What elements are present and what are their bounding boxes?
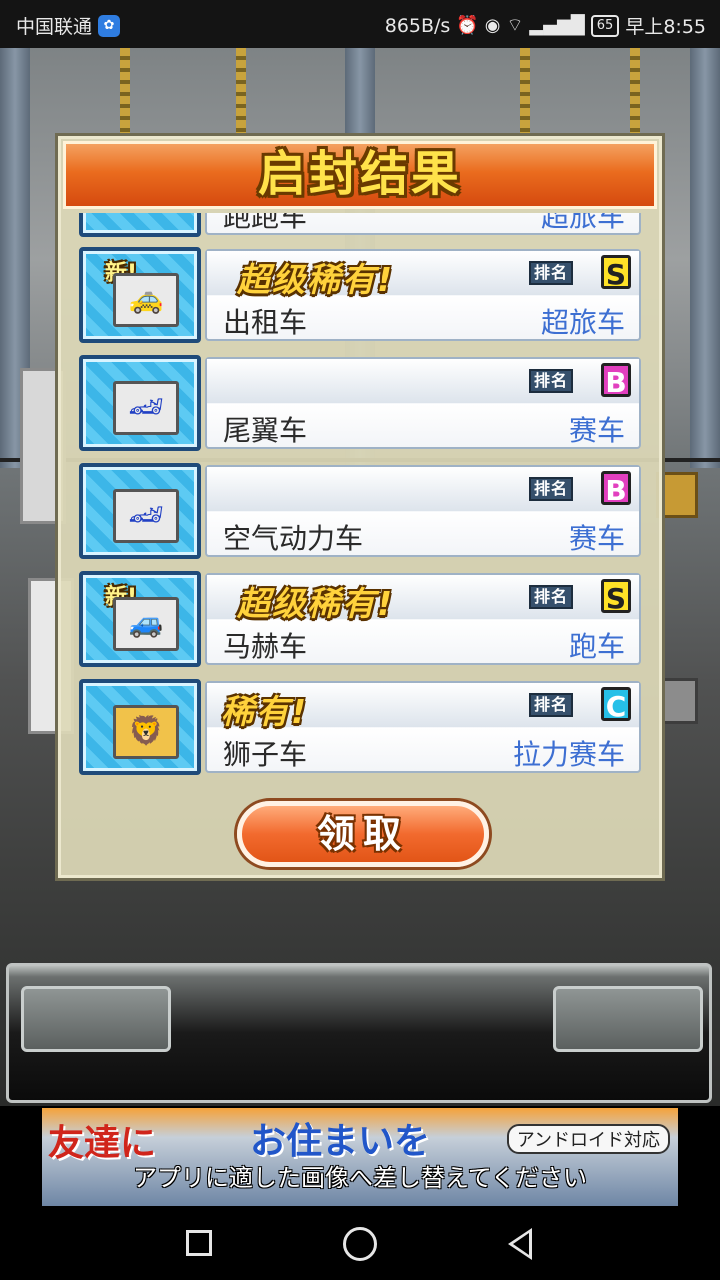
hanging-chain: [236, 48, 246, 138]
item-info: 跑跑车 超旅车: [205, 213, 641, 235]
list-item: 跑跑车 超旅车: [77, 213, 645, 239]
status-bar: 中国联通 ✿ 865B/s ⏰ ◉ ⌔ ▂▄▆█ 65 早上8:55: [0, 0, 720, 48]
bottom-console: [6, 963, 712, 1103]
rank-label: 排名: [529, 693, 574, 717]
rarity-label: 超级稀有!: [237, 584, 395, 623]
item-thumbnail: 🏎: [79, 463, 201, 559]
crate: [656, 472, 698, 518]
eye-icon: ◉: [484, 15, 501, 36]
grade-badge: B: [601, 363, 631, 399]
item-thumbnail: 新! 🚕: [79, 247, 201, 343]
4g-signal-icon: ▂▄▆█: [529, 15, 585, 36]
rank-label: 排名: [529, 585, 574, 609]
sports-car-icon: 🚙: [113, 597, 179, 651]
item-category: 赛车: [568, 522, 625, 555]
item-name: 跑跑车: [223, 213, 308, 233]
ad-headline-right: お住まいを: [250, 1121, 431, 1162]
back-icon[interactable]: [508, 1228, 532, 1260]
list-item: 🦁 稀有! 排名 C 狮子车 拉力赛车: [77, 677, 645, 777]
item-category: 拉力赛车: [512, 738, 625, 771]
crate: [660, 678, 698, 724]
item-thumbnail: 🏎: [79, 355, 201, 451]
rarity-label: 超级稀有!: [237, 260, 395, 299]
item-thumbnail: [79, 213, 201, 237]
item-name: 马赫车: [223, 630, 308, 663]
network-speed: 865B/s: [384, 14, 451, 37]
ad-banner[interactable]: 友達に お住まいを アンドロイド対応 アプリに適した画像へ差し替えてください: [42, 1108, 678, 1206]
item-category: 超旅车: [540, 306, 625, 339]
item-category: 跑车: [568, 630, 625, 663]
status-right: 865B/s ⏰ ◉ ⌔ ▂▄▆█ 65 早上8:55: [385, 12, 706, 39]
console-left-button[interactable]: [21, 986, 171, 1052]
dialog-title: 启封结果: [257, 146, 462, 202]
console-right-button[interactable]: [553, 986, 703, 1052]
hanging-chain: [120, 48, 130, 138]
claim-button[interactable]: 领取: [237, 801, 489, 867]
wifi-icon: ⌔: [506, 15, 524, 36]
unseal-result-dialog: 启封结果 跑跑车 超旅车 新! 🚕 超级稀有! 排名 S 出租车: [58, 136, 662, 878]
item-name: 尾翼车: [223, 414, 308, 447]
grade-badge: B: [601, 471, 631, 507]
system-nav-bar: [0, 1208, 720, 1280]
rarity-label: 稀有!: [221, 692, 309, 731]
hanging-chain: [520, 48, 530, 138]
paw-notification-icon: ✿: [98, 14, 121, 37]
lion-car-icon: 🦁: [113, 705, 179, 759]
item-name: 空气动力车: [223, 522, 364, 555]
item-info: 超级稀有! 排名 S 马赫车 跑车: [205, 573, 641, 665]
status-left: 中国联通 ✿: [16, 12, 121, 39]
list-item: 🏎 排名 B 空气动力车 赛车: [77, 461, 645, 561]
race-car-icon: 🏎: [113, 381, 179, 435]
result-list[interactable]: 跑跑车 超旅车 新! 🚕 超级稀有! 排名 S 出租车 超旅车 🏎: [77, 213, 647, 783]
ad-tag: アンドロイド対応: [506, 1124, 670, 1154]
item-thumbnail: 新! 🚙: [79, 571, 201, 667]
item-category: 赛车: [568, 414, 625, 447]
item-info: 超级稀有! 排名 S 出租车 超旅车: [205, 249, 641, 341]
taxi-car-icon: 🚕: [113, 273, 179, 327]
ad-caption: アプリに適した画像へ差し替えてください: [132, 1164, 588, 1192]
item-thumbnail: 🦁: [79, 679, 201, 775]
item-info: 排名 B 空气动力车 赛车: [205, 465, 641, 557]
carrier-name: 中国联通: [16, 16, 93, 38]
list-item: 🏎 排名 B 尾翼车 赛车: [77, 353, 645, 453]
claim-button-label: 领取: [316, 812, 409, 856]
rank-label: 排名: [529, 369, 574, 393]
list-item: 新! 🚕 超级稀有! 排名 S 出租车 超旅车: [77, 245, 645, 345]
item-info: 排名 B 尾翼车 赛车: [205, 357, 641, 449]
dialog-title-bar: 启封结果: [63, 141, 657, 209]
home-icon[interactable]: [343, 1227, 377, 1261]
item-info: 稀有! 排名 C 狮子车 拉力赛车: [205, 681, 641, 773]
clock: 早上8:55: [625, 16, 706, 38]
rank-label: 排名: [529, 261, 574, 285]
item-category: 超旅车: [540, 213, 625, 233]
grade-badge: C: [601, 687, 631, 723]
battery-icon: 65: [590, 14, 620, 37]
race-car-icon: 🏎: [113, 489, 179, 543]
hanging-chain: [630, 48, 640, 138]
grade-badge: S: [601, 255, 631, 291]
item-name: 狮子车: [223, 738, 308, 771]
alarm-icon: ⏰: [456, 15, 479, 36]
recent-apps-icon[interactable]: [186, 1230, 212, 1256]
item-name: 出租车: [223, 306, 308, 339]
steel-beam: [690, 48, 720, 468]
rank-label: 排名: [529, 477, 574, 501]
grade-badge: S: [601, 579, 631, 615]
list-item: 新! 🚙 超级稀有! 排名 S 马赫车 跑车: [77, 569, 645, 669]
